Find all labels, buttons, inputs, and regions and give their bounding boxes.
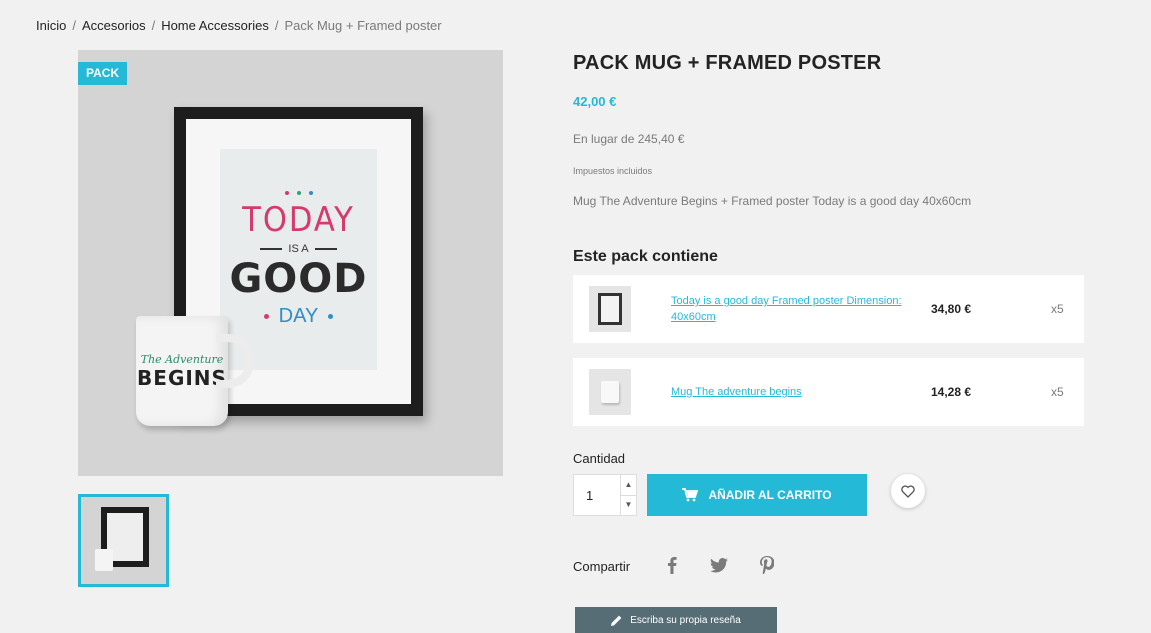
poster-text-good: GOOD <box>229 256 368 302</box>
pack-item-link[interactable]: Mug The adventure begins <box>671 384 911 400</box>
breadcrumb-link-home[interactable]: Inicio <box>36 18 66 33</box>
mug-thumb-icon <box>601 381 619 403</box>
quantity-label: Cantidad <box>573 451 626 466</box>
pack-item-thumbnail[interactable] <box>589 286 631 332</box>
write-review-button[interactable]: Escriba su propia reseña <box>575 607 777 633</box>
mug-image: The Adventure BEGINS <box>136 316 254 426</box>
pack-heading: Este pack contiene <box>573 248 718 265</box>
product-title: PACK MUG + FRAMED POSTER <box>573 52 882 74</box>
breadcrumb-separator: / <box>151 18 156 33</box>
add-to-cart-label: AÑADIR AL CARRITO <box>708 488 832 502</box>
tax-label: Impuestos incluidos <box>573 166 653 176</box>
pack-item-thumbnail[interactable] <box>589 369 631 415</box>
pencil-icon <box>611 615 622 626</box>
breadcrumb-link-home-accessories[interactable]: Home Accessories <box>161 18 269 33</box>
framed-poster-thumb-icon <box>598 293 622 325</box>
product-description: Mug The Adventure Begins + Framed poster… <box>573 194 972 208</box>
product-cover-image[interactable]: PACK TODAY IS A GOOD DAY The Adventure B… <box>78 50 503 476</box>
pack-flag-badge: PACK <box>78 62 128 85</box>
cart-icon <box>682 488 699 502</box>
breadcrumb-link-accessories[interactable]: Accesorios <box>82 18 146 33</box>
pack-item: Mug The adventure begins 14,28 € x5 <box>573 358 1084 426</box>
facebook-icon[interactable] <box>659 551 685 579</box>
wishlist-button[interactable] <box>891 474 925 508</box>
mug-text-adventure: The Adventure <box>140 352 224 366</box>
share-label: Compartir <box>573 559 631 574</box>
quantity-input[interactable] <box>574 475 620 515</box>
quantity-stepper: ▲ ▼ <box>573 474 637 516</box>
heart-icon <box>901 484 915 498</box>
pack-item-link[interactable]: Today is a good day Framed poster Dimens… <box>671 293 911 325</box>
breadcrumb-separator: / <box>274 18 279 33</box>
regular-price: En lugar de 245,40 € <box>573 132 685 146</box>
quantity-decrease-button[interactable]: ▼ <box>621 494 636 515</box>
quantity-spin-buttons: ▲ ▼ <box>620 475 636 515</box>
pack-item-qty: x5 <box>1051 385 1064 399</box>
mug-text-begins: BEGINS <box>137 365 227 390</box>
thumbnail-mug <box>95 549 113 571</box>
pinterest-icon[interactable] <box>754 551 780 579</box>
poster-text-is-a: IS A <box>260 243 336 255</box>
pack-item-price: 14,28 € <box>931 385 972 399</box>
write-review-label: Escriba su propia reseña <box>630 614 741 626</box>
pack-item-price: 34,80 € <box>931 302 972 316</box>
poster-text-day: DAY <box>278 305 319 327</box>
product-price: 42,00 € <box>573 94 617 109</box>
product-thumbnail-selected[interactable] <box>78 494 169 587</box>
pack-item-qty: x5 <box>1051 302 1064 316</box>
add-to-cart-button[interactable]: AÑADIR AL CARRITO <box>647 474 867 516</box>
poster-text-today: TODAY <box>242 200 355 240</box>
poster-dots <box>284 191 313 195</box>
breadcrumb-separator: / <box>72 18 76 33</box>
twitter-icon[interactable] <box>706 551 732 579</box>
poster-text-day-row: DAY <box>263 305 334 328</box>
breadcrumb: Inicio / Accesorios / Home Accessories /… <box>36 18 442 33</box>
poster-art: TODAY IS A GOOD DAY <box>220 149 377 370</box>
breadcrumb-current: Pack Mug + Framed poster <box>284 18 442 33</box>
pack-item: Today is a good day Framed poster Dimens… <box>573 275 1084 343</box>
quantity-increase-button[interactable]: ▲ <box>621 475 636 495</box>
